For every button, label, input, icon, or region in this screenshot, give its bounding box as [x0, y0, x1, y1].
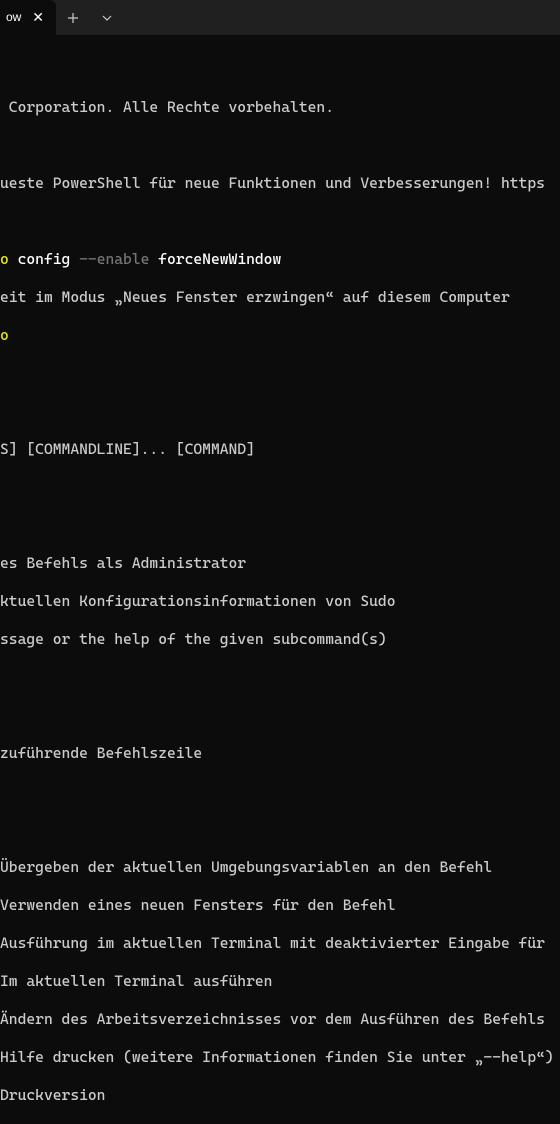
output-line: ueste PowerShell für neue Funktionen und…: [0, 174, 560, 193]
terminal-output[interactable]: Corporation. Alle Rechte vorbehalten. ue…: [0, 35, 560, 1124]
new-tab-button[interactable]: [56, 0, 90, 35]
output-line: [0, 478, 560, 497]
output-line: [0, 706, 560, 725]
output-line: S] [COMMANDLINE]... [COMMAND]: [0, 440, 560, 459]
output-line: [0, 516, 560, 535]
output-line: Ändern des Arbeitsverzeichnisses vor dem…: [0, 1010, 560, 1029]
cmd-part: forceNewWindow: [149, 250, 281, 268]
output-line: zuführende Befehlszeile: [0, 744, 560, 763]
output-line: ssage or the help of the given subcomman…: [0, 630, 560, 649]
cmd-part: o: [0, 250, 9, 268]
output-line: eit im Modus „Neues Fenster erzwingen“ a…: [0, 288, 560, 307]
titlebar: owe ✕: [0, 0, 560, 35]
tab-title: owe: [6, 8, 22, 27]
output-line: [0, 364, 560, 383]
titlebar-actions: [56, 0, 124, 35]
close-tab-icon[interactable]: ✕: [30, 9, 46, 27]
tab-dropdown-button[interactable]: [90, 0, 124, 35]
command-line: o: [0, 326, 560, 345]
output-line: [0, 668, 560, 687]
output-line: Hilfe drucken (weitere Informationen fin…: [0, 1048, 560, 1067]
output-line: [0, 60, 560, 79]
output-line: Im aktuellen Terminal ausführen: [0, 972, 560, 991]
output-line: Druckversion: [0, 1086, 560, 1105]
output-line: Übergeben der aktuellen Umgebungsvariabl…: [0, 858, 560, 877]
cmd-part: o: [0, 326, 9, 344]
plus-icon: [67, 12, 79, 24]
active-tab[interactable]: owe ✕: [0, 0, 56, 35]
output-line: es Befehls als Administrator: [0, 554, 560, 573]
output-line: [0, 402, 560, 421]
output-line: Corporation. Alle Rechte vorbehalten.: [0, 98, 560, 117]
chevron-down-icon: [101, 12, 113, 24]
cmd-flag: --enable: [79, 250, 149, 268]
output-line: [0, 136, 560, 155]
output-line: Ausführung im aktuellen Terminal mit dea…: [0, 934, 560, 953]
output-line: [0, 782, 560, 801]
command-line: o config --enable forceNewWindow: [0, 250, 560, 269]
output-line: [0, 212, 560, 231]
output-line: [0, 820, 560, 839]
output-line: Verwenden eines neuen Fensters für den B…: [0, 896, 560, 915]
cmd-part: config: [9, 250, 79, 268]
